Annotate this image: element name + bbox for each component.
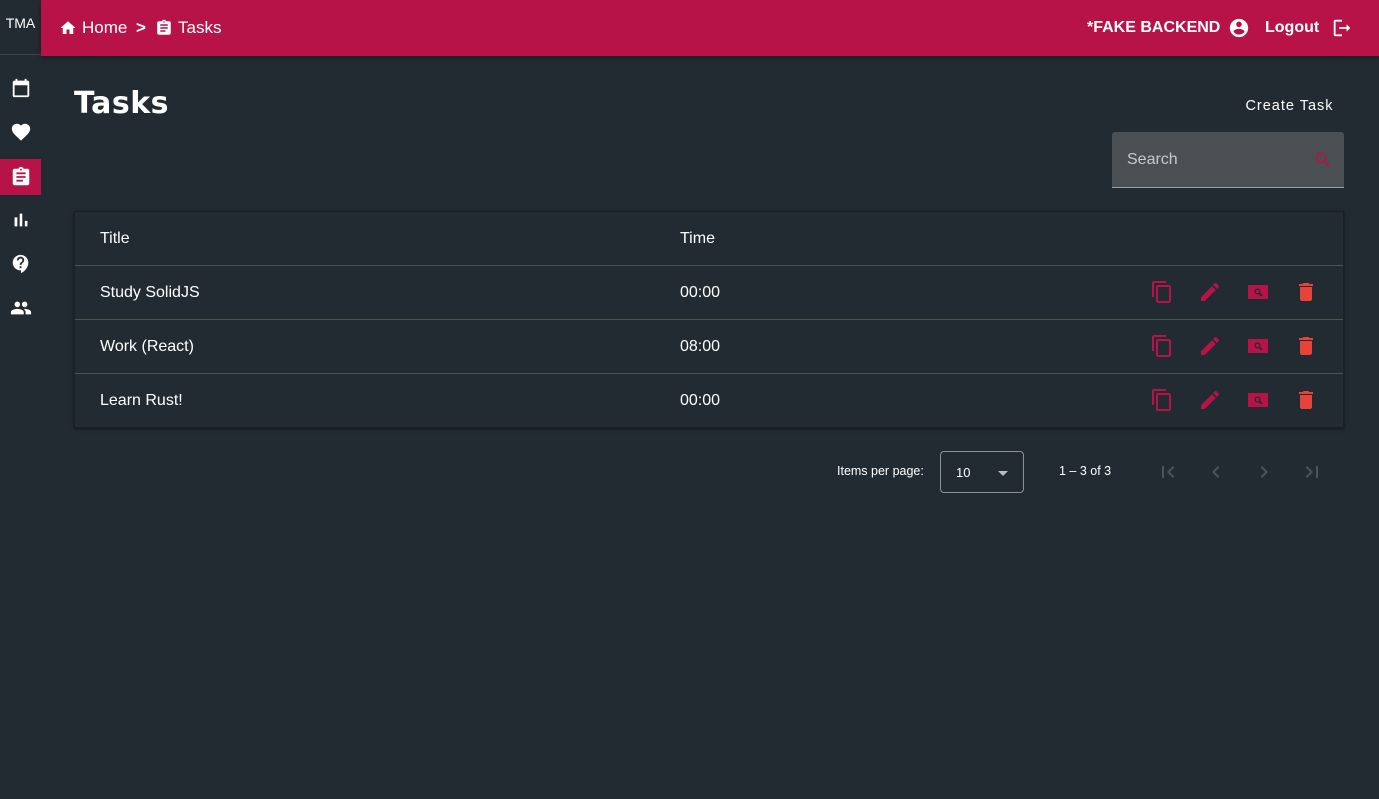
- bar-chart-icon: [14, 213, 27, 227]
- task-title: Work (React): [100, 338, 194, 355]
- delete-button[interactable]: [1294, 334, 1318, 358]
- copy-icon: [1152, 281, 1171, 303]
- column-header-time: Time: [680, 230, 715, 247]
- view-button[interactable]: [1246, 334, 1270, 358]
- sidebar-item-calendar[interactable]: [0, 70, 41, 106]
- clipboard-icon: [157, 19, 171, 35]
- breadcrumb-home[interactable]: Home: [59, 0, 127, 56]
- edit-icon: [1201, 390, 1220, 409]
- view-icon: [1248, 393, 1268, 407]
- chevron-right-icon: [1260, 466, 1268, 478]
- calendar-icon: [12, 78, 29, 98]
- breadcrumb-current-label: Tasks: [178, 18, 222, 37]
- sidebar-item-stats[interactable]: [0, 202, 41, 238]
- edit-button[interactable]: [1198, 388, 1222, 412]
- next-page-button[interactable]: [1252, 460, 1276, 484]
- delete-icon: [1299, 337, 1313, 355]
- sidebar: TMA: [0, 0, 41, 799]
- home-icon: [60, 21, 76, 34]
- breadcrumb-current: Tasks: [155, 0, 221, 56]
- chevron-left-icon: [1212, 466, 1220, 478]
- copy-button[interactable]: [1150, 334, 1174, 358]
- tasks-table: Title Time Study SolidJS 00:00 Work (Rea…: [74, 211, 1344, 428]
- edit-button[interactable]: [1198, 334, 1222, 358]
- table-row[interactable]: Learn Rust! 00:00: [75, 374, 1343, 428]
- chevron-down-icon: [998, 471, 1008, 476]
- search-field[interactable]: [1112, 132, 1344, 188]
- edit-icon: [1201, 336, 1220, 355]
- page-title: Tasks: [74, 86, 170, 121]
- clipboard-icon: [12, 166, 29, 186]
- task-time: 00:00: [680, 392, 721, 409]
- heart-icon: [11, 123, 30, 141]
- items-per-page-value: 10: [956, 465, 971, 480]
- edit-icon: [1201, 282, 1220, 301]
- top-bar: Home > Tasks *FAKE BACKEND Logout: [41, 0, 1379, 56]
- view-icon: [1248, 339, 1268, 353]
- logout-button[interactable]: Logout: [1265, 0, 1353, 56]
- sidebar-item-help[interactable]: [0, 246, 41, 282]
- brand-logo[interactable]: TMA: [0, 0, 41, 55]
- pagination-range: 1 – 3 of 3: [1059, 464, 1112, 478]
- search-icon[interactable]: [1313, 150, 1333, 170]
- last-page-button[interactable]: [1300, 460, 1324, 484]
- table-row[interactable]: Study SolidJS 00:00: [75, 266, 1343, 320]
- first-page-icon: [1162, 466, 1175, 478]
- sidebar-item-tasks[interactable]: [0, 159, 41, 195]
- task-title: Study SolidJS: [100, 284, 200, 301]
- delete-icon: [1299, 283, 1313, 301]
- table-header-row: Title Time: [75, 212, 1343, 266]
- logout-icon: [1333, 19, 1351, 37]
- edit-button[interactable]: [1198, 280, 1222, 304]
- sidebar-item-users[interactable]: [0, 290, 41, 326]
- delete-button[interactable]: [1294, 280, 1318, 304]
- copy-icon: [1152, 335, 1171, 357]
- task-title: Learn Rust!: [100, 392, 183, 409]
- logout-label: Logout: [1265, 19, 1320, 36]
- delete-icon: [1299, 391, 1313, 409]
- last-page-icon: [1305, 466, 1318, 478]
- items-per-page-select[interactable]: 10: [940, 451, 1024, 493]
- view-icon: [1248, 285, 1268, 299]
- breadcrumb-home-label: Home: [82, 18, 128, 37]
- previous-page-button[interactable]: [1204, 460, 1228, 484]
- account-icon: [1230, 18, 1249, 38]
- copy-button[interactable]: [1150, 280, 1174, 304]
- backend-label: *FAKE BACKEND: [1087, 19, 1221, 36]
- help-icon: [12, 254, 28, 274]
- people-icon: [10, 301, 31, 315]
- delete-button[interactable]: [1294, 388, 1318, 412]
- table-row[interactable]: Work (React) 08:00: [75, 320, 1343, 374]
- column-header-title: Title: [100, 230, 130, 247]
- task-time: 00:00: [680, 284, 721, 301]
- view-button[interactable]: [1246, 388, 1270, 412]
- task-time: 08:00: [680, 338, 721, 355]
- items-per-page-label: Items per page:: [837, 464, 924, 478]
- copy-icon: [1152, 389, 1171, 411]
- copy-button[interactable]: [1150, 388, 1174, 412]
- view-button[interactable]: [1246, 280, 1270, 304]
- backend-indicator[interactable]: *FAKE BACKEND: [1087, 0, 1250, 56]
- first-page-button[interactable]: [1156, 460, 1180, 484]
- breadcrumb-separator: >: [136, 18, 146, 37]
- create-task-button[interactable]: Create Task: [1232, 94, 1347, 118]
- sidebar-item-favorites[interactable]: [0, 114, 41, 150]
- search-input[interactable]: [1127, 148, 1307, 172]
